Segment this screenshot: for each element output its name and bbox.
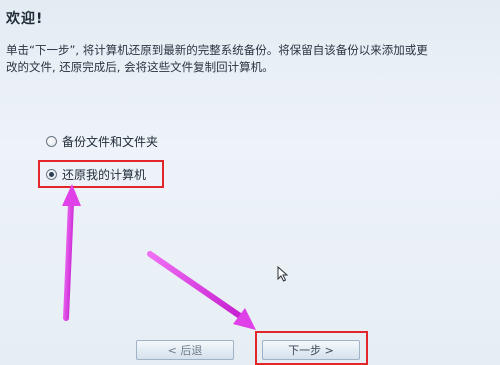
annotation-arrows <box>62 184 256 330</box>
mouse-cursor-icon <box>277 266 289 282</box>
arrow-diagonal-icon <box>147 251 256 330</box>
next-highlight-box <box>255 331 368 365</box>
back-button[interactable]: < 后退 <box>136 340 234 360</box>
arrow-up-icon <box>62 184 81 321</box>
